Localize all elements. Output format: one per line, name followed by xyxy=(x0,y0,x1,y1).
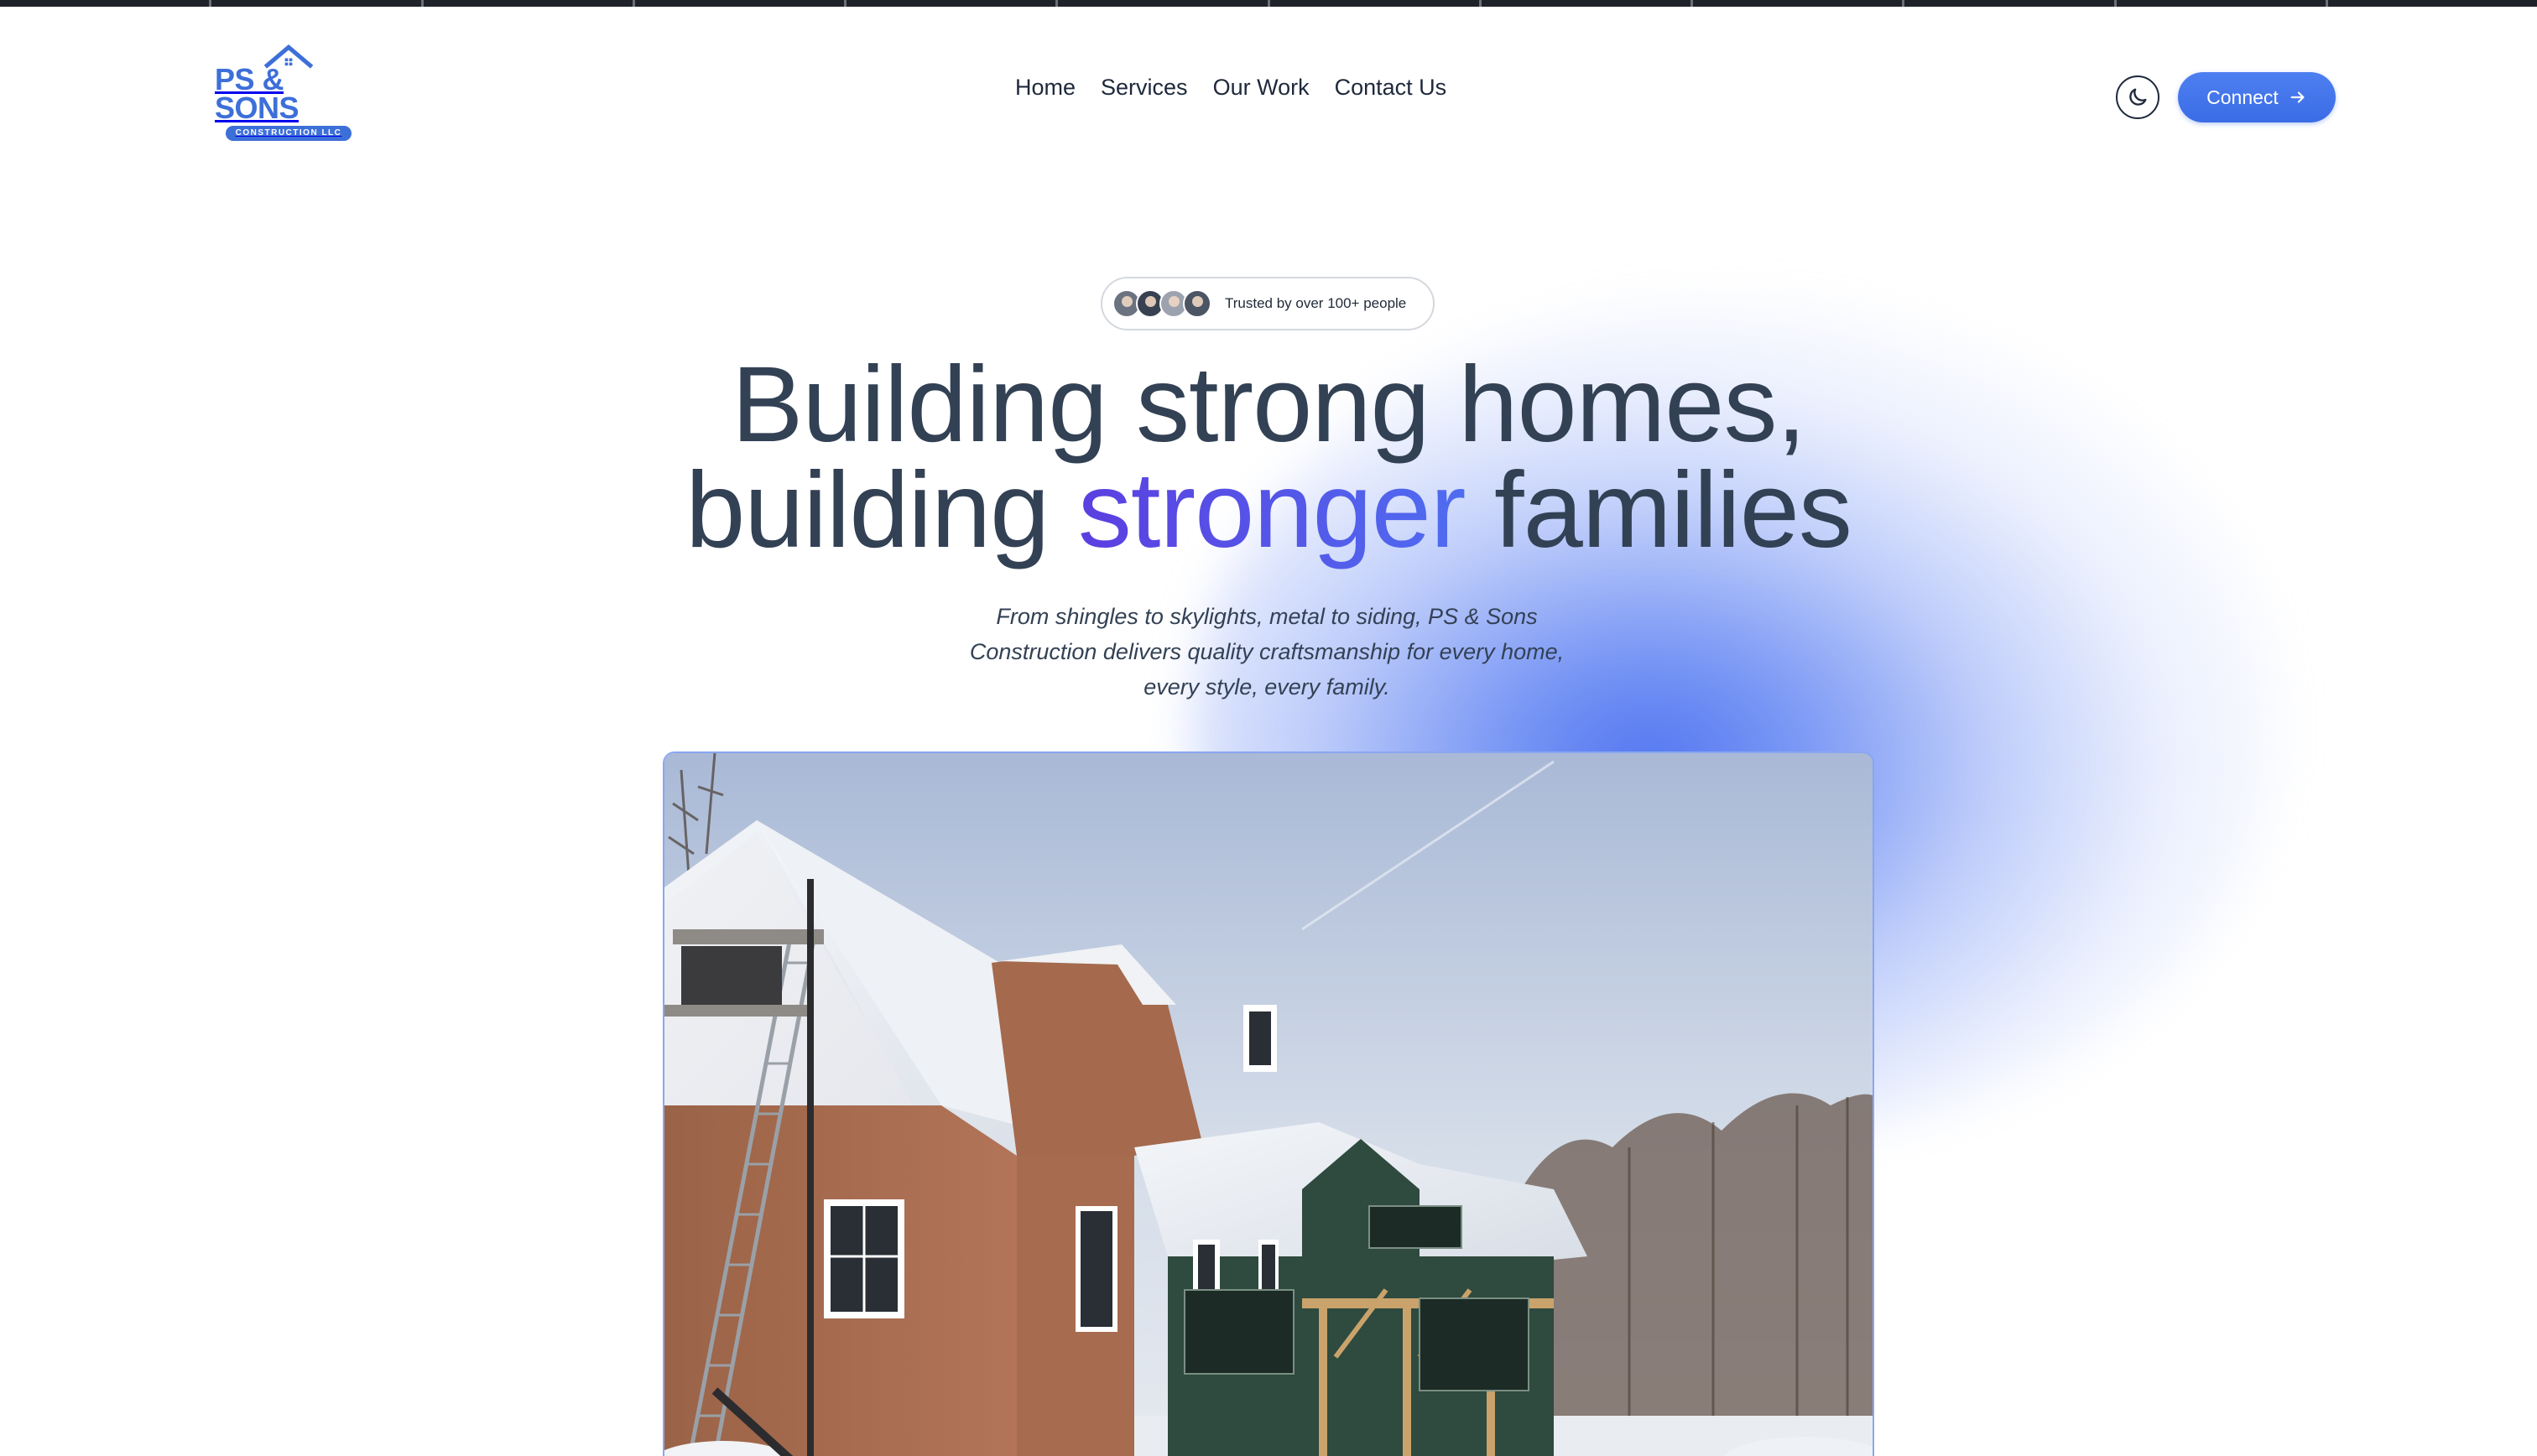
avatar xyxy=(1183,289,1211,318)
hero-house-photo xyxy=(663,751,1874,1456)
main-nav: Home Services Our Work Contact Us xyxy=(1015,74,1446,101)
nav-home[interactable]: Home xyxy=(1015,74,1076,101)
site-header: PS & SONS CONSTRUCTION LLC Home Services… xyxy=(0,7,2537,174)
headline-accent-word: stronger xyxy=(1077,450,1466,570)
theme-toggle-button[interactable] xyxy=(2116,75,2159,119)
nav-contact-us[interactable]: Contact Us xyxy=(1335,74,1447,101)
logo-tagline: CONSTRUCTION LLC xyxy=(225,126,352,141)
hero-headline: Building strong homes, building stronger… xyxy=(0,351,2537,564)
trusted-text: Trusted by over 100+ people xyxy=(1225,295,1407,311)
logo-name: PS & SONS xyxy=(215,62,300,125)
logo[interactable]: PS & SONS CONSTRUCTION LLC xyxy=(215,44,362,141)
trusted-badge: Trusted by over 100+ people xyxy=(1101,277,1435,330)
headline-line-1: Building strong homes, xyxy=(731,345,1806,465)
nav-our-work[interactable]: Our Work xyxy=(1213,74,1310,101)
top-strip xyxy=(0,0,2537,7)
nav-services[interactable]: Services xyxy=(1101,74,1188,101)
avatar-group xyxy=(1112,289,1211,318)
page: PS & SONS CONSTRUCTION LLC Home Services… xyxy=(0,0,2537,1456)
headline-line-2-start: building xyxy=(685,450,1078,570)
headline-line-2-end: families xyxy=(1465,450,1852,570)
moon-icon xyxy=(2129,88,2147,106)
connect-button-label: Connect xyxy=(2206,86,2279,108)
connect-button[interactable]: Connect xyxy=(2178,72,2336,122)
house-under-construction-photo xyxy=(664,753,1873,1456)
arrow-right-icon xyxy=(2290,91,2305,103)
hero-subtext: From shingles to skylights, metal to sid… xyxy=(969,604,1565,699)
